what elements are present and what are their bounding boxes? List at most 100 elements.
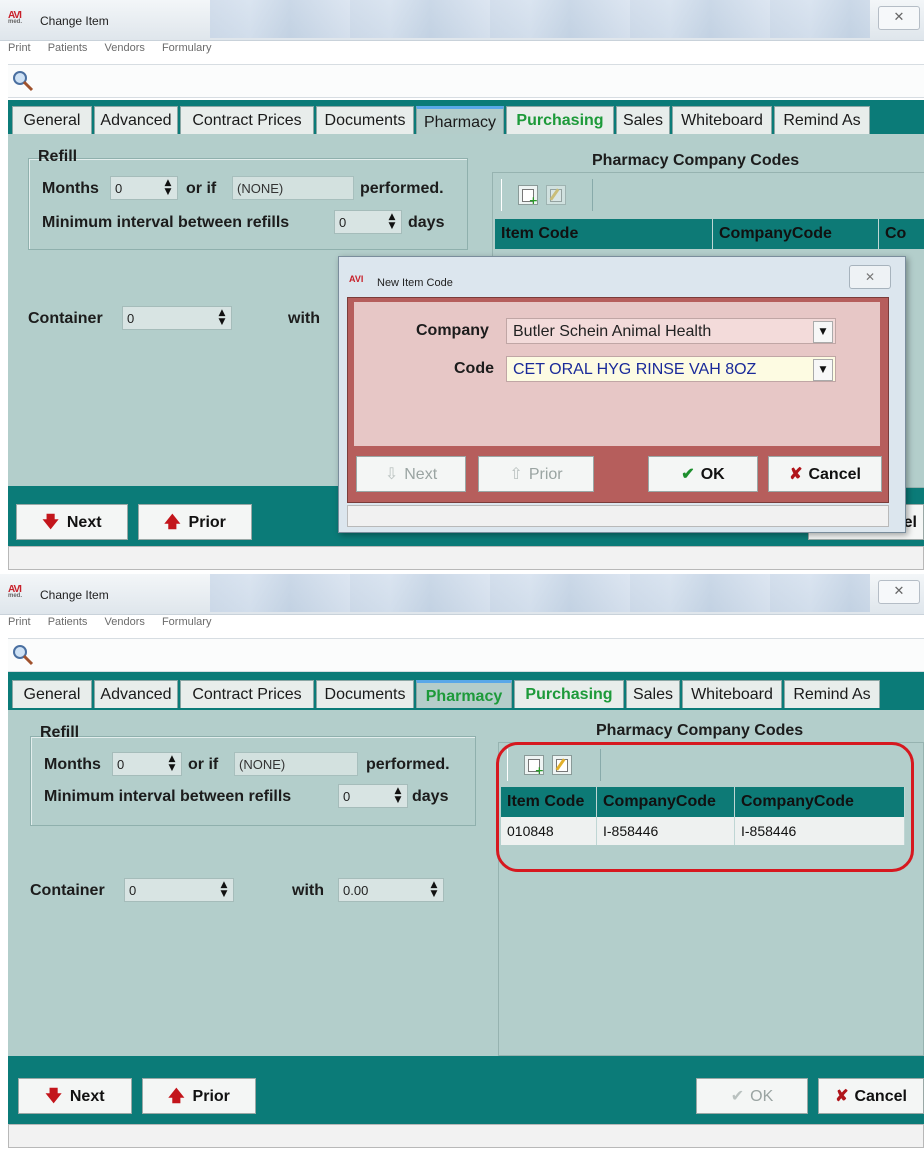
tab-whiteboard[interactable]: Whiteboard — [682, 680, 782, 708]
container-label: Container — [28, 310, 103, 327]
col-company-code[interactable]: CompanyCode — [597, 787, 735, 817]
close-icon[interactable]: ✕ — [878, 6, 920, 30]
col-company-code[interactable]: CompanyCode — [713, 219, 879, 249]
checkmark-icon: ✔ — [681, 466, 695, 483]
with-spinner[interactable]: 0.00 ▲ ▼ — [338, 878, 444, 902]
menu-vendors[interactable]: Vendors — [105, 616, 145, 628]
tab-pharmacy[interactable]: Pharmacy — [416, 680, 512, 708]
search-icon[interactable] — [12, 644, 34, 666]
status-bar — [8, 546, 924, 570]
spin-arrows-icon[interactable]: ▲ ▼ — [165, 755, 179, 773]
tab-purchasing[interactable]: Purchasing — [506, 106, 614, 134]
or-if-label: or if — [186, 180, 217, 197]
tab-documents[interactable]: Documents — [316, 680, 414, 708]
tab-pharmacy[interactable]: Pharmacy — [416, 106, 504, 134]
col-company-code-2[interactable]: Co — [879, 219, 924, 249]
months-spinner[interactable]: 0 ▲ ▼ — [112, 752, 182, 776]
interval-spinner[interactable]: 0 ▲ ▼ — [334, 210, 402, 234]
months-label: Months — [44, 756, 101, 773]
performed-field[interactable]: (NONE) — [234, 752, 358, 776]
menu-patients[interactable]: Patients — [48, 42, 88, 54]
code-select[interactable]: CET ORAL HYG RINSE VAH 8OZ ▼ — [506, 356, 836, 382]
spin-arrows-icon[interactable]: ▲ ▼ — [217, 881, 231, 899]
close-icon[interactable]: ✕ — [849, 265, 891, 289]
container-spinner[interactable]: 0 ▲ ▼ — [124, 878, 234, 902]
months-spinner[interactable]: 0 ▲ ▼ — [110, 176, 178, 200]
next-button[interactable]: 🡇 Next — [16, 504, 128, 540]
refill-group — [30, 736, 476, 826]
tab-contract-prices[interactable]: Contract Prices — [180, 680, 314, 708]
menu-formulary[interactable]: Formulary — [162, 616, 212, 628]
refill-legend: Refill — [38, 148, 78, 165]
refill-group — [28, 158, 468, 250]
chevron-down-icon[interactable]: ▼ — [813, 359, 833, 381]
col-item-code[interactable]: Item Code — [495, 219, 713, 249]
refill-legend: Refill — [40, 724, 80, 741]
tab-contract-prices[interactable]: Contract Prices — [180, 106, 314, 134]
dialog-prior-button[interactable]: ⇧ Prior — [478, 456, 594, 492]
interval-label: Minimum interval between refills — [42, 214, 290, 231]
container-spinner[interactable]: 0 ▲ ▼ — [122, 306, 232, 330]
prior-button[interactable]: 🡅 Prior — [138, 504, 252, 540]
arrow-up-icon: ⇧ — [509, 466, 523, 483]
cancel-x-icon: ✘ — [789, 466, 803, 483]
col-company-code-2[interactable]: CompanyCode — [735, 787, 905, 817]
tab-general[interactable]: General — [12, 680, 92, 708]
arrow-up-icon: 🡅 — [164, 514, 181, 531]
ok-button[interactable]: ✔ OK — [696, 1078, 808, 1114]
spin-arrows-icon[interactable]: ▲ ▼ — [427, 881, 441, 899]
performed-field[interactable]: (NONE) — [232, 176, 354, 200]
days-label: days — [412, 788, 449, 805]
interval-spinner[interactable]: 0 ▲ ▼ — [338, 784, 408, 808]
tab-remind-as[interactable]: Remind As — [784, 680, 880, 708]
tab-purchasing[interactable]: Purchasing — [514, 680, 624, 708]
spin-arrows-icon[interactable]: ▲ ▼ — [215, 309, 229, 327]
interval-value: 0 — [339, 215, 347, 230]
months-label: Months — [42, 180, 99, 197]
dialog-cancel-button[interactable]: ✘ Cancel — [768, 456, 882, 492]
company-select[interactable]: Butler Schein Animal Health ▼ — [506, 318, 836, 344]
tab-sales[interactable]: Sales — [626, 680, 680, 708]
menu-vendors[interactable]: Vendors — [105, 42, 145, 54]
new-item-code-dialog: AVI New Item Code ✕ Company Butler Schei… — [338, 256, 906, 533]
toolbar — [8, 64, 924, 98]
menu-formulary[interactable]: Formulary — [162, 42, 212, 54]
add-code-icon[interactable] — [518, 185, 538, 207]
prior-button[interactable]: 🡅 Prior — [142, 1078, 256, 1114]
edit-code-icon[interactable] — [546, 185, 566, 205]
close-icon[interactable]: ✕ — [878, 580, 920, 604]
next-button[interactable]: 🡇 Next — [18, 1078, 132, 1114]
menu-print[interactable]: Print — [8, 616, 31, 628]
dialog-title: New Item Code — [377, 277, 453, 289]
edit-code-icon[interactable] — [552, 755, 572, 775]
ok-button[interactable]: ✔ OK — [648, 456, 758, 492]
checkmark-icon: ✔ — [730, 1088, 745, 1105]
arrow-up-icon: 🡅 — [168, 1088, 185, 1105]
spin-arrows-icon[interactable]: ▲ ▼ — [385, 213, 399, 231]
menu-print[interactable]: Print — [8, 42, 31, 54]
arrow-down-icon: ⇩ — [384, 466, 399, 483]
search-icon[interactable] — [12, 70, 34, 92]
tab-advanced[interactable]: Advanced — [94, 680, 178, 708]
add-code-icon[interactable] — [524, 755, 544, 777]
chevron-down-icon[interactable]: ▼ — [813, 321, 833, 343]
col-item-code[interactable]: Item Code — [501, 787, 597, 817]
tab-documents[interactable]: Documents — [316, 106, 414, 134]
menu-patients[interactable]: Patients — [48, 616, 88, 628]
dialog-next-button[interactable]: ⇩ Next — [356, 456, 466, 492]
spin-arrows-icon[interactable]: ▲ ▼ — [391, 787, 405, 805]
tab-general[interactable]: General — [12, 106, 92, 134]
dialog-body: Company Butler Schein Animal Health ▼ Cod… — [347, 297, 889, 503]
cancel-button[interactable]: ✘ Cancel — [818, 1078, 924, 1114]
table-row[interactable]: 010848 I-858446 I-858446 — [501, 817, 905, 845]
background-window-ghost — [210, 574, 870, 612]
bottom-window: AVI med. Change Item ✕ Print Patients Ven… — [0, 574, 924, 1150]
pharmacy-panel: Refill Months 0 ▲ ▼ or if (NONE) performed… — [8, 710, 924, 1056]
tab-advanced[interactable]: Advanced — [94, 106, 178, 134]
tab-remind-as[interactable]: Remind As — [774, 106, 870, 134]
tab-sales[interactable]: Sales — [616, 106, 670, 134]
tab-whiteboard[interactable]: Whiteboard — [672, 106, 772, 134]
months-value: 0 — [117, 757, 125, 772]
code-label: Code — [454, 360, 494, 377]
spin-arrows-icon[interactable]: ▲ ▼ — [161, 179, 175, 197]
